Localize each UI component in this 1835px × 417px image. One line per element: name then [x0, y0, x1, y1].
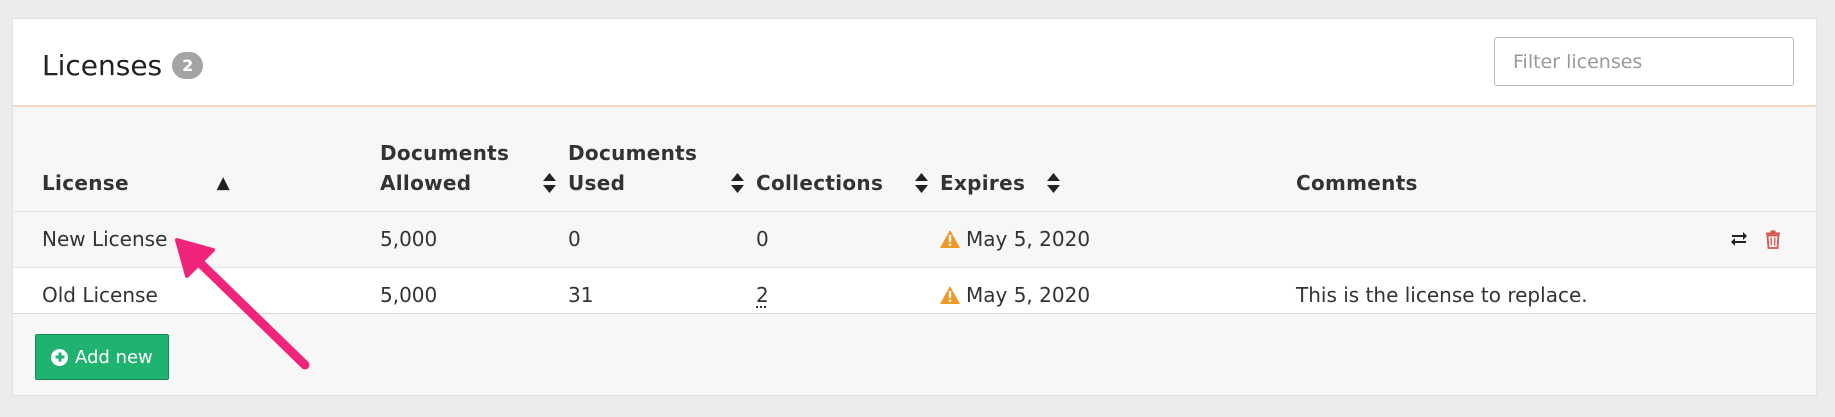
- expires-date: May 5, 2020: [966, 227, 1091, 251]
- documents-used-cell: 0: [568, 211, 756, 268]
- panel-footer: Add new: [13, 313, 1816, 395]
- licenses-panel: Licenses 2 License ▲ Documents Allowed: [12, 18, 1817, 396]
- warning-icon: [940, 286, 960, 304]
- sort-both-icon: [543, 172, 556, 193]
- expires-cell: May 5, 2020: [940, 211, 1296, 268]
- page-title-text: Licenses: [42, 49, 163, 82]
- page-title: Licenses 2: [42, 49, 204, 82]
- column-header-comments-label: Comments: [1296, 170, 1418, 195]
- column-header-license[interactable]: License ▲: [13, 109, 380, 212]
- sort-ascending-icon: ▲: [216, 172, 230, 193]
- column-header-license-label: License: [42, 170, 129, 195]
- filter-licenses-input[interactable]: [1494, 37, 1794, 86]
- add-new-button-label: Add new: [75, 346, 153, 368]
- column-header-documents-used-line1: Documents: [568, 140, 698, 165]
- documents-allowed-cell: 5,000: [380, 211, 568, 268]
- warning-icon: [940, 230, 960, 248]
- panel-header: Licenses 2: [13, 19, 1816, 107]
- trash-icon[interactable]: [1763, 229, 1783, 249]
- sort-both-icon: [731, 172, 744, 193]
- column-header-collections[interactable]: Collections: [756, 109, 940, 212]
- replace-icon[interactable]: [1729, 229, 1749, 249]
- column-header-expires[interactable]: Expires: [940, 109, 1296, 212]
- collections-link[interactable]: 2: [756, 283, 769, 307]
- column-header-documents-used[interactable]: Documents Used: [568, 109, 756, 212]
- sort-both-icon: [1047, 172, 1061, 193]
- plus-circle-icon: [51, 348, 68, 366]
- license-name-cell: New License: [13, 211, 380, 268]
- license-count-badge: 2: [172, 52, 204, 79]
- column-header-actions: [1696, 109, 1816, 212]
- column-header-documents-used-line2: Used: [568, 170, 626, 195]
- column-header-collections-label: Collections: [756, 170, 884, 195]
- column-header-comments: Comments: [1296, 109, 1696, 212]
- licenses-table: License ▲ Documents Allowed Documents Us…: [13, 109, 1816, 324]
- column-header-documents-allowed[interactable]: Documents Allowed: [380, 109, 568, 212]
- sort-both-icon: [915, 172, 928, 193]
- column-header-expires-label: Expires: [940, 170, 1026, 195]
- expires-date: May 5, 2020: [966, 283, 1091, 307]
- comments-cell: [1296, 211, 1696, 268]
- collections-cell: 0: [756, 211, 940, 268]
- table-row: New License 5,000 0 0 May 5, 2020: [13, 211, 1816, 268]
- column-header-documents-allowed-line2: Allowed: [380, 170, 472, 195]
- add-new-button[interactable]: Add new: [35, 334, 169, 380]
- column-header-documents-allowed-line1: Documents: [380, 140, 510, 165]
- table-header-row: License ▲ Documents Allowed Documents Us…: [13, 109, 1816, 212]
- row-actions-cell: [1696, 211, 1816, 268]
